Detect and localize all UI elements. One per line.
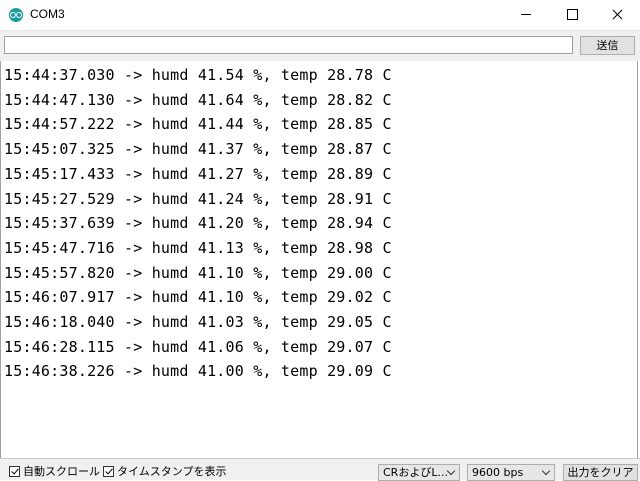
minimize-icon[interactable]	[503, 0, 549, 30]
baud-rate-value: 9600 bps	[472, 466, 524, 479]
clear-output-button[interactable]: 出力をクリア	[563, 464, 638, 481]
autoscroll-toggle[interactable]: 自動スクロール	[9, 465, 100, 481]
log-line: 15:45:47.716 -> humd 41.13 %, temp 28.98…	[4, 238, 392, 257]
log-line: 15:46:38.226 -> humd 41.00 %, temp 29.09…	[4, 362, 392, 381]
window-title: COM3	[30, 7, 65, 21]
log-line: 15:46:07.917 -> humd 41.10 %, temp 29.02…	[4, 288, 392, 307]
line-ending-value: CRおよびL...	[383, 466, 448, 479]
send-bar: 送信	[0, 30, 640, 61]
timestamp-label: タイムスタンプを表示	[117, 465, 227, 478]
close-icon[interactable]	[594, 0, 640, 30]
line-ending-select[interactable]: CRおよびL...	[378, 464, 460, 481]
log-line: 15:45:37.639 -> humd 41.20 %, temp 28.94…	[4, 214, 392, 233]
maximize-icon[interactable]	[549, 0, 595, 30]
serial-output[interactable]: 15:44:37.030 -> humd 41.54 %, temp 28.78…	[0, 61, 638, 458]
log-line: 15:44:47.130 -> humd 41.64 %, temp 28.82…	[4, 90, 392, 109]
log-line: 15:44:57.222 -> humd 41.44 %, temp 28.85…	[4, 115, 392, 134]
log-line: 15:46:18.040 -> humd 41.03 %, temp 29.05…	[4, 313, 392, 331]
send-button[interactable]: 送信	[580, 36, 635, 55]
timestamp-checkbox[interactable]	[103, 466, 114, 477]
log-line: 15:45:07.325 -> humd 41.37 %, temp 28.87…	[4, 140, 392, 159]
title-bar: COM3	[0, 0, 640, 30]
log-line: 15:44:37.030 -> humd 41.54 %, temp 28.78…	[4, 66, 392, 84]
arduino-icon	[9, 8, 23, 22]
autoscroll-label: 自動スクロール	[23, 465, 100, 478]
log-line: 15:45:17.433 -> humd 41.27 %, temp 28.89…	[4, 164, 392, 183]
log-line: 15:45:27.529 -> humd 41.24 %, temp 28.91…	[4, 189, 392, 208]
chevron-down-icon	[446, 466, 456, 476]
timestamp-toggle[interactable]: タイムスタンプを表示	[103, 465, 226, 481]
log-line: 15:46:28.115 -> humd 41.06 %, temp 29.07…	[4, 337, 392, 356]
status-bar: 自動スクロール タイムスタンプを表示 CRおよびL... 9600 bps 出力…	[0, 458, 640, 481]
send-input[interactable]	[4, 36, 573, 54]
autoscroll-checkbox[interactable]	[9, 466, 20, 477]
chevron-down-icon	[541, 466, 551, 476]
baud-rate-select[interactable]: 9600 bps	[467, 464, 555, 481]
log-line: 15:45:57.820 -> humd 41.10 %, temp 29.00…	[4, 263, 392, 282]
